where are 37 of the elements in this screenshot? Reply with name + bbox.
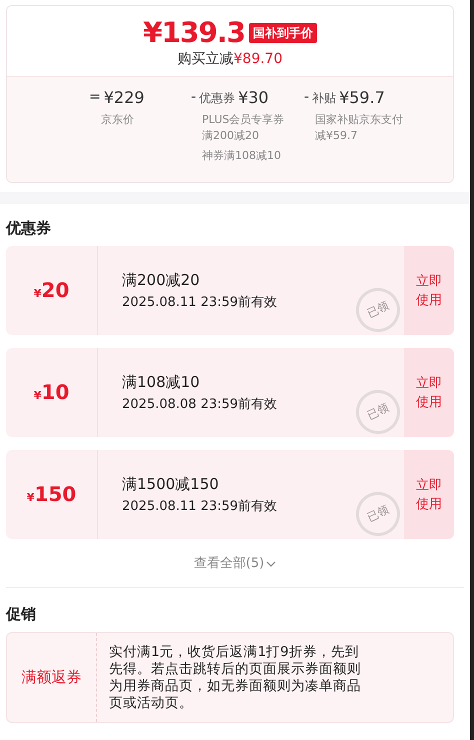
currency-sign: ¥ [26, 490, 34, 506]
breakdown-note: 神券满108减10 [202, 148, 282, 164]
use-now-button[interactable]: 立即使用 [404, 246, 454, 335]
breakdown-amount: ¥59.7 [339, 88, 385, 108]
currency-sign: ¥ [34, 286, 42, 302]
coupon-condition: 满108减10 [122, 372, 200, 392]
section-title: 优惠券 [6, 218, 51, 238]
promotion-tag: 满额返券 [22, 666, 82, 689]
coupon-condition: 满1500减150 [122, 474, 219, 494]
currency-sign: ¥ [34, 388, 42, 404]
use-now-button[interactable]: 立即使用 [404, 450, 454, 539]
breakdown-label: 补贴 [312, 90, 336, 106]
coupon-condition: 满200减20 [122, 270, 200, 290]
coupon-value: 20 [41, 278, 70, 302]
breakdown-amount: ¥30 [238, 88, 269, 108]
coupon-expiry: 2025.08.11 23:59前有效 [122, 294, 278, 312]
breakdown-note: PLUS会员专享券满200减20 [202, 112, 286, 144]
operator-sign: - [304, 88, 310, 107]
view-all-link[interactable]: 查看全部(5) [194, 553, 276, 575]
operator-sign: = [89, 88, 101, 107]
saving-label: 购买立减 [178, 50, 234, 68]
breakdown-note: 京东价 [101, 112, 135, 128]
coupon-value: 150 [34, 482, 76, 506]
price-badge: 国补到手价 [249, 23, 318, 43]
chevron-down-icon [266, 561, 276, 567]
coupon-expiry: 2025.08.08 23:59前有效 [122, 396, 278, 414]
final-price: ¥139.3 [142, 16, 246, 50]
section-title: 促销 [6, 604, 36, 624]
use-now-button[interactable]: 立即使用 [404, 348, 454, 437]
breakdown-note: 国家补贴京东支付减¥59.7 [315, 112, 404, 144]
breakdown-label: 优惠券 [199, 90, 236, 106]
promotion-description: 实付满1元，收货后返满1打9折券，先到先得。若点击跳转后的页面展示券面额则为用券商品页，如无券面额则为凑单商品页或活动页。 [109, 644, 362, 712]
saving-amount: ¥89.70 [234, 50, 282, 68]
operator-sign: - [191, 88, 196, 107]
breakdown-amount: ¥229 [104, 88, 144, 108]
coupon-expiry: 2025.08.11 23:59前有效 [122, 498, 278, 516]
coupon-value: 10 [41, 380, 70, 404]
